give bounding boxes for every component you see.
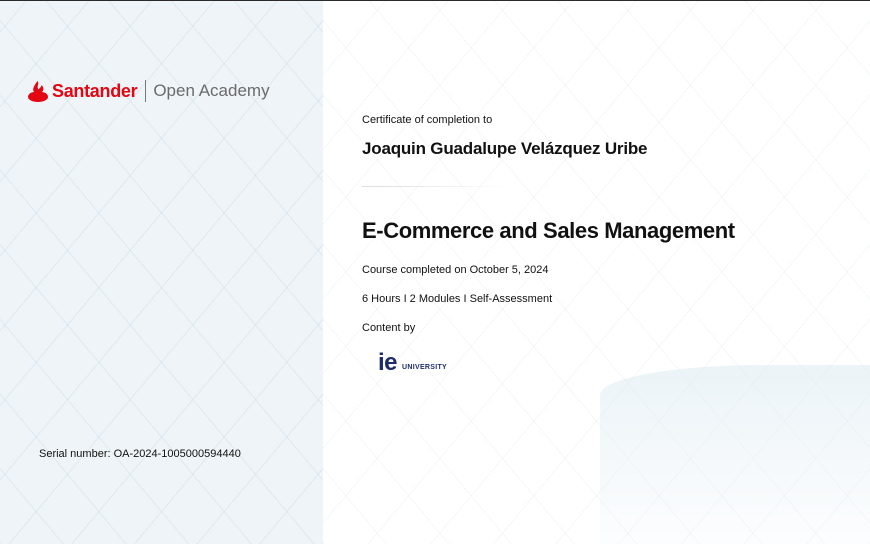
completion-date: Course completed on October 5, 2024 [362,264,549,276]
brand-separator [145,80,147,102]
ie-university-logo: ie UNIVERSITY [378,349,448,376]
ie-word: UNIVERSITY [402,364,448,371]
santander-logo: Santander Open Academy [28,78,270,104]
certificate-label: Certificate of completion to [362,114,493,126]
brand-name: Santander [52,80,138,101]
brand-product: Open Academy [153,81,270,100]
divider [362,186,512,187]
course-details: 6 Hours I 2 Modules I Self-Assessment [362,293,553,305]
ie-letters: ie [378,349,398,376]
decorative-wave [600,365,870,544]
content-by-label: Content by [362,322,416,334]
recipient-name: Joaquin Guadalupe Velázquez Uribe [362,139,648,158]
serial-number: Serial number: OA-2024-1005000594440 [39,448,241,460]
flame-icon [28,81,48,102]
course-title: E-Commerce and Sales Management [362,218,735,243]
